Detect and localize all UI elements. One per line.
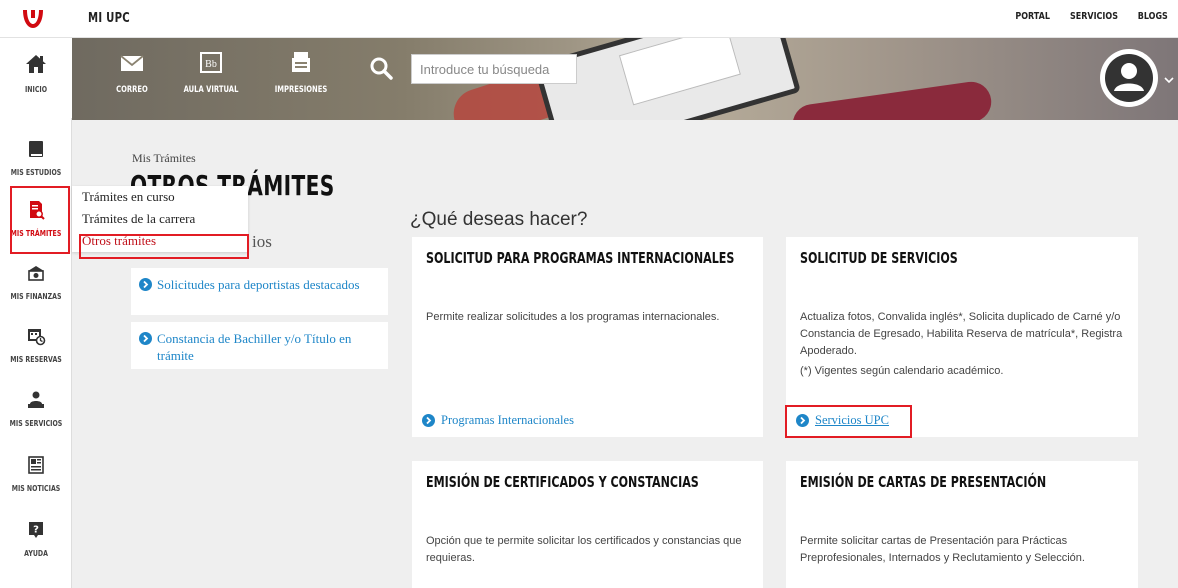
- newspaper-icon: [28, 456, 44, 474]
- top-bar: MI UPC PORTAL SERVICIOS BLOGS: [0, 0, 1178, 38]
- arrow-circle-icon: [139, 332, 152, 345]
- book-icon: [29, 141, 43, 157]
- help-icon: ?: [29, 522, 43, 538]
- printer-icon: [292, 52, 310, 72]
- service-desk-icon: [28, 391, 44, 408]
- deportistas-link[interactable]: Solicitudes para deportistas destacados: [157, 276, 378, 293]
- svg-text:?: ?: [33, 525, 39, 536]
- list-item[interactable]: Solicitudes para deportistas destacados: [131, 268, 388, 315]
- sidebar-item-mis-estudios[interactable]: MIS ESTUDIOS: [0, 127, 72, 193]
- avatar[interactable]: [1100, 49, 1158, 107]
- portal-link[interactable]: PORTAL: [1016, 11, 1051, 22]
- sidebar-item-label: MIS SERVICIOS: [9, 419, 63, 428]
- card-description: Permite solicitar cartas de Presentación…: [800, 535, 1085, 564]
- menu-item-tramites-en-curso[interactable]: Trámites en curso: [72, 186, 248, 208]
- top-links: PORTAL SERVICIOS BLOGS: [1011, 11, 1172, 22]
- svg-text:Bb: Bb: [205, 59, 217, 70]
- card-title: SOLICITUD DE SERVICIOS: [800, 249, 958, 267]
- sidebar-highlight-box: [10, 186, 70, 254]
- breadcrumb[interactable]: Mis Trámites: [132, 151, 196, 166]
- card-description: Permite realizar solicitudes a los progr…: [426, 311, 720, 323]
- app-title: MI UPC: [88, 11, 130, 26]
- left-panel-subtitle: ios: [252, 232, 272, 251]
- aula-virtual-label: AULA VIRTUAL: [183, 85, 239, 95]
- home-icon: [26, 55, 46, 73]
- menu-item-tramites-carrera[interactable]: Trámites de la carrera: [72, 208, 248, 230]
- search-input[interactable]: [411, 54, 577, 84]
- banner: CORREO Bb AULA VIRTUAL IMPRESIONES: [72, 38, 1178, 120]
- question-heading: ¿Qué deseas hacer?: [410, 209, 588, 230]
- mail-icon: [120, 55, 144, 71]
- impresiones-label: IMPRESIONES: [274, 85, 328, 95]
- calendar-clock-icon: [28, 329, 46, 346]
- sidebar-item-label: MIS RESERVAS: [10, 355, 62, 364]
- servicios-link[interactable]: SERVICIOS: [1070, 11, 1118, 22]
- card-cartas-presentacion: EMISIÓN DE CARTAS DE PRESENTACIÓN Permit…: [786, 461, 1138, 588]
- sidebar-item-label: MIS FINANZAS: [10, 292, 62, 301]
- card-note: (*) Vigentes según calendario académico.: [800, 365, 1004, 377]
- sidebar-item-mis-servicios[interactable]: MIS SERVICIOS: [0, 378, 72, 444]
- link-highlight-box: [785, 405, 912, 438]
- sidebar-item-mis-noticias[interactable]: MIS NOTICIAS: [0, 443, 72, 509]
- sidebar: INICIO MIS ESTUDIOS MIS TRÁMITES MIS FIN…: [0, 38, 72, 588]
- chevron-down-icon[interactable]: [1164, 76, 1174, 84]
- list-item[interactable]: Constancia de Bachiller y/o Título en tr…: [131, 322, 388, 369]
- sidebar-item-mis-reservas[interactable]: MIS RESERVAS: [0, 314, 72, 380]
- aula-virtual-button[interactable]: Bb AULA VIRTUAL: [176, 50, 246, 95]
- sidebar-item-label: MIS NOTICIAS: [11, 484, 61, 493]
- impresiones-button[interactable]: IMPRESIONES: [266, 50, 336, 95]
- sidebar-item-ayuda[interactable]: ? AYUDA: [0, 508, 72, 574]
- arrow-circle-icon: [139, 278, 152, 291]
- card-description: Actualiza fotos, Convalida inglés*, Soli…: [800, 311, 1123, 357]
- banner-photo-sleeve: [790, 79, 994, 120]
- sidebar-item-label: MIS ESTUDIOS: [10, 168, 62, 177]
- search-icon[interactable]: [368, 55, 394, 81]
- money-icon: [28, 266, 44, 281]
- user-icon: [1105, 54, 1153, 102]
- sidebar-item-inicio[interactable]: INICIO: [0, 38, 72, 118]
- card-programas-internacionales: SOLICITUD PARA PROGRAMAS INTERNACIONALES…: [412, 237, 763, 437]
- arrow-circle-icon: [422, 414, 435, 427]
- menu-highlight-box: [79, 234, 249, 259]
- card-title: EMISIÓN DE CARTAS DE PRESENTACIÓN: [800, 473, 1047, 491]
- link-label[interactable]: Programas Internacionales: [441, 413, 574, 428]
- sidebar-item-label: AYUDA: [24, 549, 48, 558]
- constancia-bachiller-link[interactable]: Constancia de Bachiller y/o Título en tr…: [157, 330, 378, 364]
- programas-internacionales-link[interactable]: Programas Internacionales: [422, 413, 574, 428]
- correo-label: CORREO: [116, 85, 148, 95]
- blogs-link[interactable]: BLOGS: [1138, 11, 1168, 22]
- correo-button[interactable]: CORREO: [102, 50, 162, 95]
- sidebar-item-mis-finanzas[interactable]: MIS FINANZAS: [0, 251, 72, 317]
- sidebar-item-label: INICIO: [24, 85, 48, 94]
- card-title: EMISIÓN DE CERTIFICADOS Y CONSTANCIAS: [426, 473, 699, 491]
- blackboard-icon: Bb: [200, 52, 222, 73]
- card-certificados-constancias: EMISIÓN DE CERTIFICADOS Y CONSTANCIAS Op…: [412, 461, 763, 588]
- upc-logo-icon[interactable]: [20, 8, 46, 30]
- card-title: SOLICITUD PARA PROGRAMAS INTERNACIONALES: [426, 249, 735, 267]
- card-description: Opción que te permite solicitar los cert…: [426, 535, 742, 564]
